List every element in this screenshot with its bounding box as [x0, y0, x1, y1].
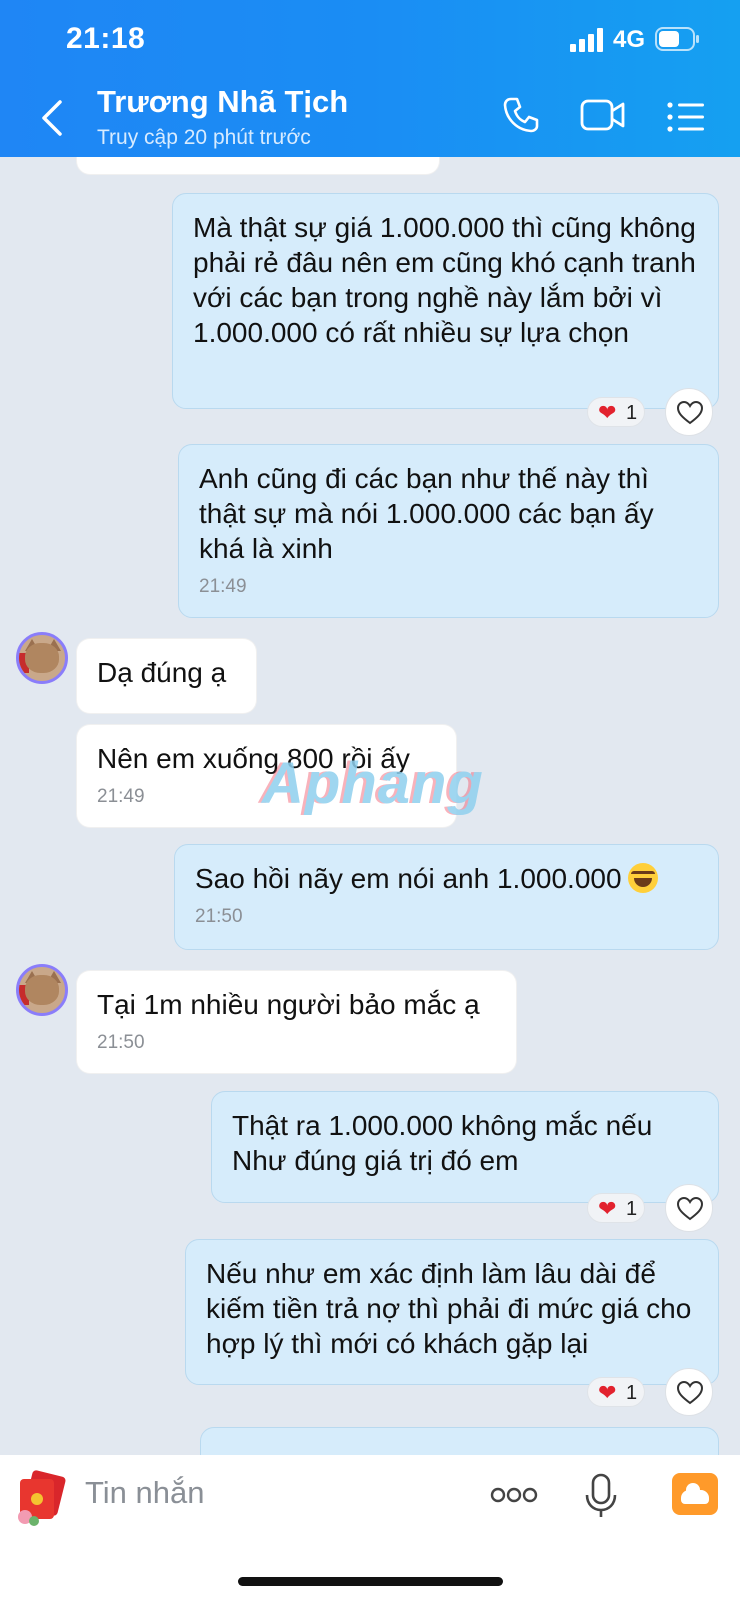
- contact-status: Truy cập 20 phút trước: [97, 126, 311, 149]
- message-bubble-sent[interactable]: Nếu như em xác định làm lâu dài để kiếm …: [185, 1239, 719, 1385]
- video-camera-icon[interactable]: [580, 98, 626, 132]
- chat-header: 21:18 4G Trương Nhã Tịch Truy cập 20 phú…: [0, 0, 740, 157]
- message-text: Nếu như em xác định làm lâu dài để kiếm …: [206, 1258, 692, 1359]
- contact-name[interactable]: Trương Nhã Tịch: [97, 84, 348, 120]
- message-bubble-received[interactable]: Dạ đúng ạ: [76, 638, 257, 714]
- phone-icon[interactable]: [502, 96, 540, 134]
- heart-outline-icon: [677, 1381, 703, 1405]
- reaction-count: 1: [626, 1382, 638, 1404]
- message-bubble-received[interactable]: Tại 1m nhiều người bảo mắc ạ 21:50: [76, 970, 517, 1074]
- message-bubble-sent[interactable]: Thật ra 1.000.000 không mắc nếu Như đúng…: [211, 1091, 719, 1203]
- more-dots-icon[interactable]: [490, 1487, 538, 1503]
- network-type: 4G: [613, 26, 646, 53]
- contact-avatar[interactable]: [16, 632, 68, 684]
- like-button[interactable]: [665, 1368, 713, 1416]
- message-text: Anh cũng đi các bạn như thế này thì thật…: [199, 463, 654, 564]
- heart-reaction-icon: ❤: [598, 400, 617, 425]
- photo-icon[interactable]: [672, 1473, 718, 1515]
- home-indicator: [238, 1577, 503, 1586]
- like-button[interactable]: [665, 1184, 713, 1232]
- message-text: Sao hồi nãy em nói anh 1.000.000: [195, 863, 622, 894]
- message-bubble-partial[interactable]: [76, 157, 440, 175]
- back-button[interactable]: [36, 96, 70, 140]
- contact-avatar[interactable]: [16, 964, 68, 1016]
- heart-outline-icon: [677, 401, 703, 425]
- watermark-logo: Aphang: [262, 751, 484, 816]
- reaction-badge[interactable]: ❤ 1: [587, 1377, 645, 1407]
- message-text: Thật ra 1.000.000 không mắc nếu Như đúng…: [232, 1110, 653, 1176]
- reaction-badge[interactable]: ❤ 1: [587, 1193, 645, 1223]
- sticker-icon[interactable]: [14, 1469, 74, 1527]
- microphone-icon[interactable]: [583, 1473, 619, 1519]
- message-bubble-partial[interactable]: [200, 1427, 719, 1455]
- status-time: 21:18: [66, 22, 146, 55]
- reaction-badge[interactable]: ❤ 1: [587, 397, 645, 427]
- heart-reaction-icon: ❤: [598, 1196, 617, 1221]
- message-time: 21:49: [199, 576, 247, 597]
- message-text: Mà thật sự giá 1.000.000 thì cũng không …: [193, 212, 696, 348]
- heart-outline-icon: [677, 1197, 703, 1221]
- message-time: 21:50: [97, 1032, 145, 1053]
- list-menu-icon[interactable]: [667, 102, 705, 132]
- message-text: Tại 1m nhiều người bảo mắc ạ: [97, 989, 480, 1020]
- battery-icon: [655, 27, 699, 51]
- message-bubble-sent[interactable]: Anh cũng đi các bạn như thế này thì thật…: [178, 444, 719, 618]
- message-text: Dạ đúng ạ: [97, 657, 227, 688]
- laughing-emoji-icon: [627, 863, 658, 893]
- message-input[interactable]: Tin nhắn: [85, 1475, 205, 1511]
- reaction-count: 1: [626, 402, 638, 424]
- reaction-count: 1: [626, 1198, 638, 1220]
- heart-reaction-icon: ❤: [598, 1380, 617, 1405]
- message-bubble-sent[interactable]: Sao hồi nãy em nói anh 1.000.000 21:50: [174, 844, 719, 950]
- signal-icon: [570, 28, 603, 52]
- message-input-bar: Tin nhắn: [0, 1455, 740, 1600]
- like-button[interactable]: [665, 388, 713, 436]
- message-bubble-sent[interactable]: Mà thật sự giá 1.000.000 thì cũng không …: [172, 193, 719, 409]
- message-time: 21:50: [195, 906, 243, 927]
